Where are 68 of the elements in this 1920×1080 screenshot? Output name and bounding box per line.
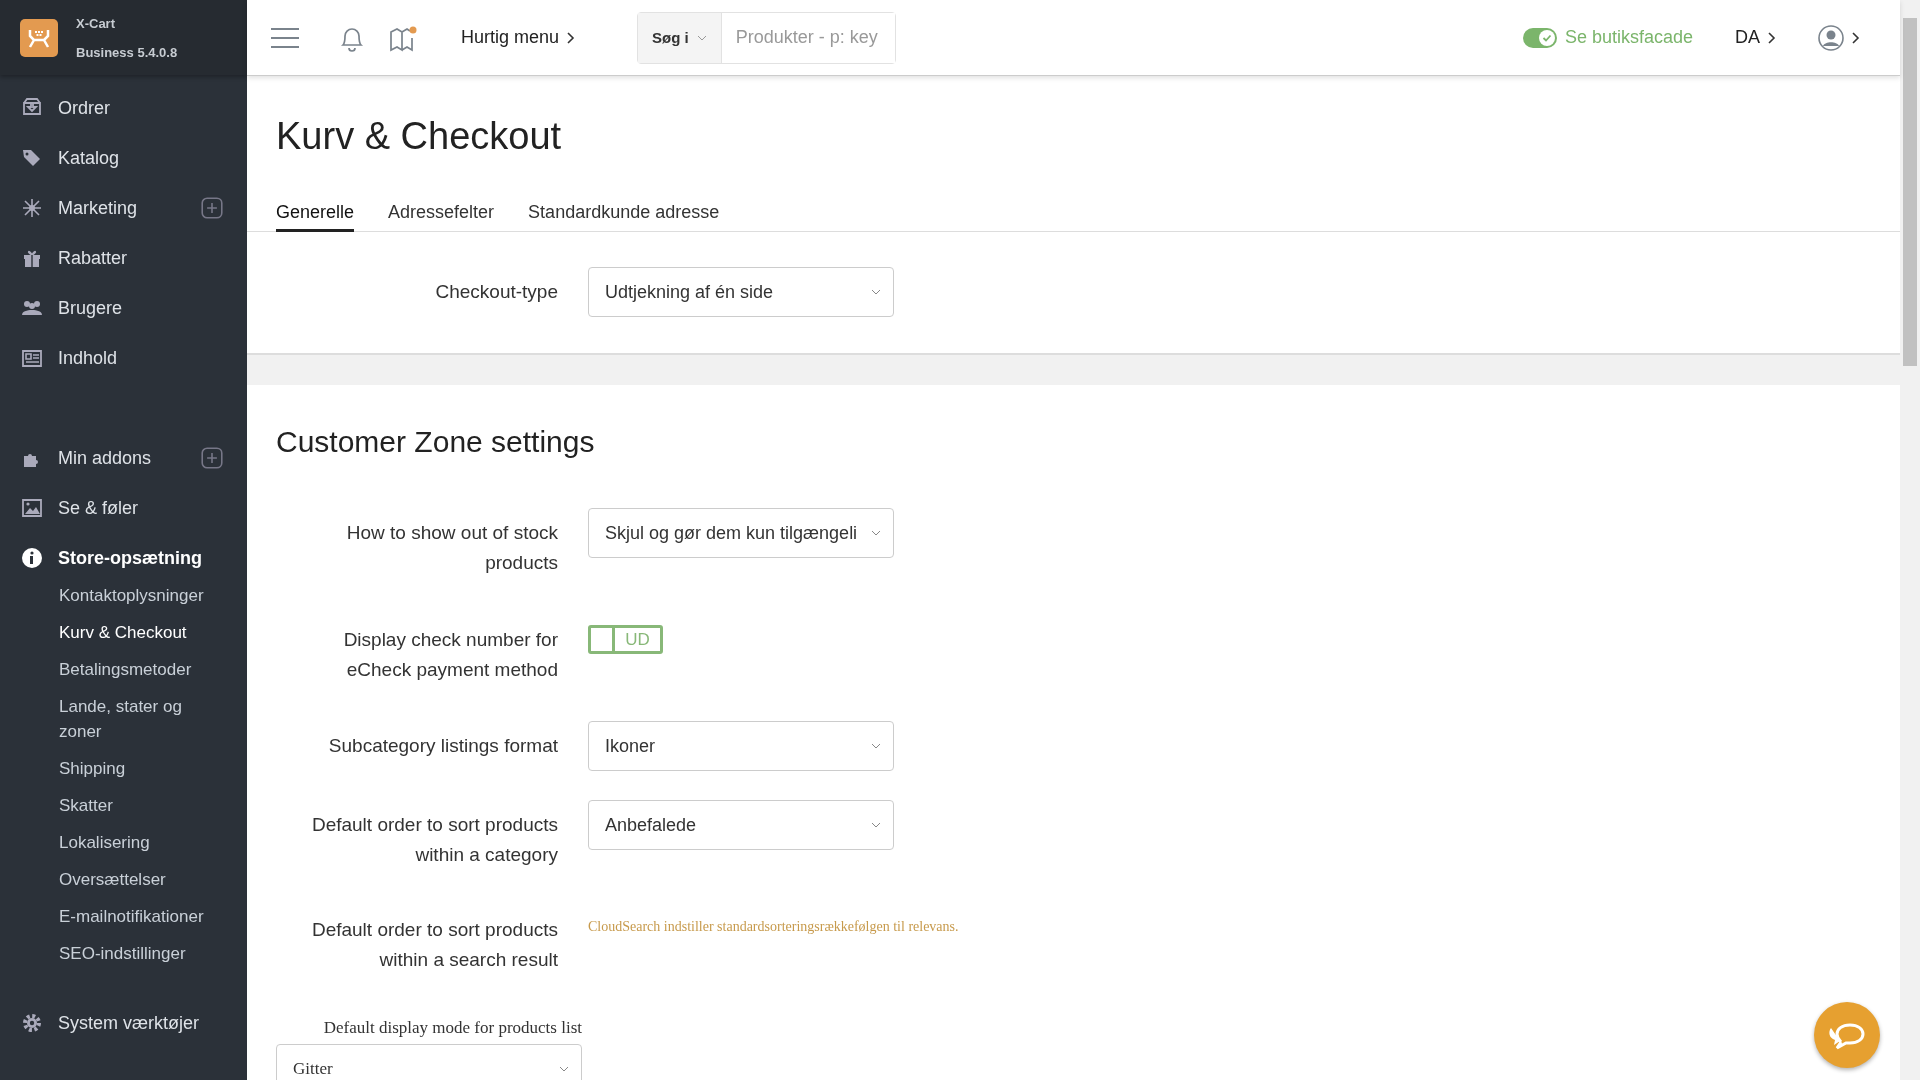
search-field[interactable]: Søg i Produkter - p: key <box>637 11 896 64</box>
submenu-item[interactable]: Oversættelser <box>59 861 166 898</box>
add-icon[interactable] <box>201 197 223 219</box>
submenu-item[interactable]: SEO-indstillinger <box>59 935 186 972</box>
submenu-item[interactable]: Betalingsmetoder <box>59 651 192 688</box>
dropdown[interactable]: Ikoner <box>588 721 894 771</box>
caret-icon <box>871 822 881 828</box>
dropdown[interactable]: Skjul og gør dem kun tilgængeli <box>588 508 894 558</box>
sidebar-item[interactable]: Se & føler <box>58 497 139 519</box>
submenu-item[interactable]: Kontaktoplysninger <box>59 577 204 614</box>
info-icon <box>21 547 43 569</box>
field-label: How to show out of stock products <box>346 522 558 573</box>
chat-button[interactable] <box>1814 1002 1880 1068</box>
section-title: Customer Zone settings <box>275 424 595 459</box>
sidebar-item[interactable]: Min addons <box>58 447 152 469</box>
submenu-item[interactable]: E-mailnotifikationer <box>59 898 204 935</box>
brand-name: X-Cart <box>76 15 116 31</box>
submenu-item[interactable]: Shipping <box>59 750 126 787</box>
field-label: Display check number for eCheck payment method <box>343 629 558 680</box>
tab[interactable]: Standardkunde adresse <box>528 201 720 232</box>
dropdown[interactable]: Anbefalede <box>588 800 894 850</box>
sidebar-item[interactable]: Brugere <box>58 297 123 319</box>
dropdown[interactable]: Udtjekning af én side <box>588 267 894 317</box>
submenu-item[interactable]: Lokalisering <box>59 824 150 861</box>
page-title: Kurv & Checkout <box>275 114 562 158</box>
note-text: CloudSearch indstiller standardsorteringsrækkefølgen til relevans. <box>588 918 959 935</box>
field-label: Default order to sort products within a category <box>311 814 558 865</box>
network-icon <box>21 197 43 219</box>
chevron-right-icon <box>1768 31 1776 44</box>
caret-icon <box>871 743 881 749</box>
sidebar-item[interactable]: Indhold <box>58 347 118 369</box>
sidebar-item[interactable]: Marketing <box>58 197 138 219</box>
submenu-item[interactable]: Kurv & Checkout <box>59 614 187 651</box>
quick-menu-button[interactable]: Hurtig menu <box>461 27 576 48</box>
newspaper-icon <box>21 347 43 369</box>
dropdown[interactable]: Gitter <box>276 1044 582 1080</box>
submenu-item[interactable]: Skatter <box>59 787 113 824</box>
tab[interactable]: Generelle <box>276 201 355 232</box>
check-icon <box>1538 29 1555 46</box>
caret-icon <box>559 1066 569 1072</box>
search-scope-dropdown[interactable]: Søg i <box>638 12 722 63</box>
menu-icon[interactable] <box>271 26 299 49</box>
sidebar-item[interactable]: Ordrer <box>58 97 110 119</box>
tab[interactable]: Adressefelter <box>388 201 495 232</box>
chevron-right-icon <box>1852 31 1860 44</box>
field-label: Default order to sort products within a search result <box>311 919 558 970</box>
logo-icon[interactable] <box>20 18 58 57</box>
submenu-item[interactable]: Lande, stater og zoner <box>59 688 221 750</box>
sidebar-item[interactable]: Store-opsætning <box>58 547 202 569</box>
gear-icon <box>21 1012 43 1034</box>
sidebar-item[interactable]: Katalog <box>58 147 120 169</box>
field-label: Default display mode for products list <box>323 1018 582 1037</box>
account-menu[interactable] <box>1818 24 1860 51</box>
user-avatar-icon <box>1818 24 1844 51</box>
sidebar-item[interactable]: System værktøjer <box>58 1012 199 1034</box>
edition-label: Business 5.4.0.8 <box>76 44 178 60</box>
field-label: Checkout-type <box>435 281 558 302</box>
caret-icon <box>871 289 881 295</box>
chevron-right-icon <box>567 31 576 44</box>
toggle-switch[interactable] <box>1522 27 1557 48</box>
caret-icon <box>696 34 707 41</box>
image-icon <box>21 497 43 519</box>
field-label: Subcategory listings format <box>328 735 558 756</box>
caret-icon <box>871 530 881 536</box>
tag-icon <box>21 147 43 169</box>
language-selector[interactable]: DA <box>1729 26 1782 49</box>
sidebar-item[interactable]: Rabatter <box>58 247 128 269</box>
add-icon[interactable] <box>201 447 223 469</box>
